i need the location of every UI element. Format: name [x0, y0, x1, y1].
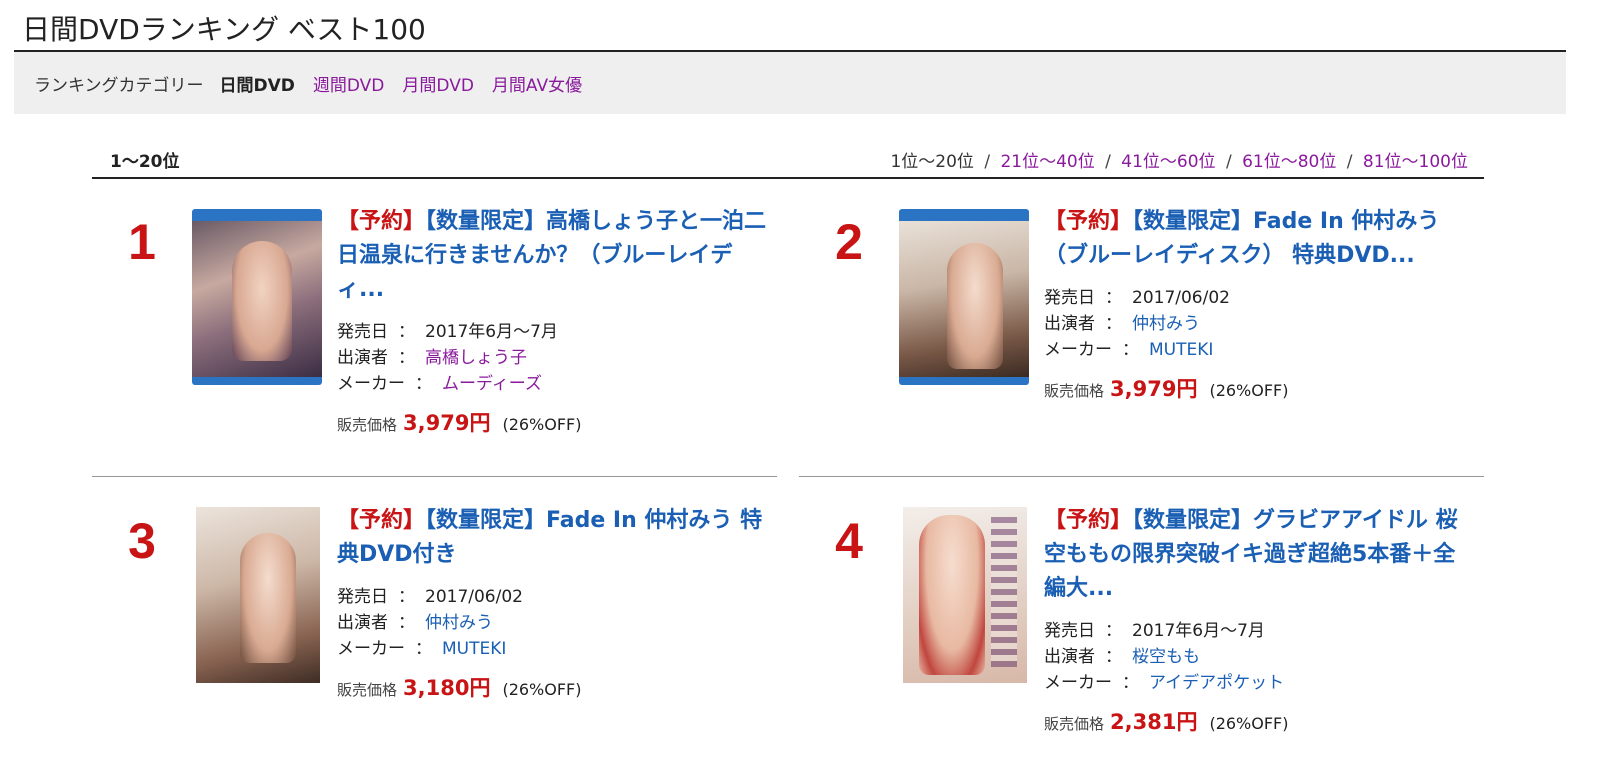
pager-link-61-80[interactable]: 61位〜80位 [1242, 152, 1336, 172]
product-cover-image[interactable] [903, 507, 1027, 683]
ranking-item: 4 【予約】【数量限定】グラビアアイドル 桜空ももの限界突破イキ過ぎ超絶5本番＋… [799, 494, 1479, 754]
rank-number: 1 [128, 214, 156, 270]
category-link-monthly-actress[interactable]: 月間AV女優 [492, 71, 582, 96]
category-link-monthly-dvd[interactable]: 月間DVD [402, 71, 474, 96]
price-value: 3,979円 [1110, 377, 1198, 401]
product-cover-image[interactable] [196, 507, 320, 683]
release-date: 2017年6月〜7月 [1132, 621, 1265, 641]
cast-link[interactable]: 仲村みう [425, 613, 493, 633]
price-row: 販売価格 3,979円 (26%OFF) [337, 407, 767, 437]
product-meta: 発売日： 2017/06/02 出演者：仲村みう メーカー： MUTEKI [337, 587, 523, 659]
item-info: 【予約】【数量限定】高橋しょう子と一泊二日温泉に行きませんか？（ブルーレイディ.… [337, 205, 767, 437]
discount-label: (26%OFF) [1209, 714, 1289, 733]
cast-link[interactable]: 高橋しょう子 [425, 348, 527, 368]
ranking-item: 3 【予約】【数量限定】Fade In 仲村みう 特典DVD付き 発売日： 201… [92, 494, 772, 754]
pager-link-81-100[interactable]: 81位〜100位 [1363, 152, 1468, 172]
category-label: ランキングカテゴリー [34, 75, 204, 96]
release-date: 2017/06/02 [1132, 288, 1230, 308]
cast-label: 出演者 [1044, 314, 1095, 334]
release-label: 発売日 [1044, 288, 1095, 308]
row-divider [92, 476, 777, 477]
rank-pager: 1位〜20位 / 21位〜40位 / 41位〜60位 / 61位〜80位 / 8… [890, 147, 1484, 172]
range-header: 1〜20位 1位〜20位 / 21位〜40位 / 41位〜60位 / 61位〜8… [92, 140, 1484, 178]
price-row: 販売価格 3,979円 (26%OFF) [1044, 373, 1474, 403]
rank-number: 2 [835, 214, 863, 270]
row-divider [799, 476, 1484, 477]
product-meta: 発売日： 2017年6月〜7月 出演者：桜空もも メーカー：アイデアポケット [1044, 621, 1285, 693]
item-info: 【予約】【数量限定】Fade In 仲村みう 特典DVD付き 発売日： 2017/… [337, 504, 767, 702]
range-divider [92, 177, 1484, 179]
discount-label: (26%OFF) [502, 415, 582, 434]
release-label: 発売日 [337, 322, 388, 342]
product-cover-image[interactable] [192, 209, 322, 385]
maker-label: メーカー [1044, 673, 1112, 693]
price-label: 販売価格 [1044, 715, 1105, 733]
price-label: 販売価格 [1044, 382, 1105, 400]
maker-label: メーカー [337, 639, 405, 659]
price-row: 販売価格 3,180円 (26%OFF) [337, 672, 767, 702]
price-value: 3,979円 [403, 411, 491, 435]
ranking-category-bar: ランキングカテゴリー 日間DVD 週間DVD 月間DVD 月間AV女優 [14, 52, 1566, 114]
price-row: 販売価格 2,381円 (26%OFF) [1044, 706, 1474, 736]
release-label: 発売日 [1044, 621, 1095, 641]
reserve-tag: 【予約】 [1044, 508, 1133, 533]
price-label: 販売価格 [337, 416, 398, 434]
product-meta: 発売日： 2017/06/02 出演者：仲村みう メーカー： MUTEKI [1044, 288, 1230, 360]
maker-label: メーカー [337, 374, 405, 394]
reserve-tag: 【予約】 [337, 209, 426, 234]
item-info: 【予約】【数量限定】Fade In 仲村みう（ブルーレイディスク） 特典DVD.… [1044, 205, 1474, 403]
category-link-weekly-dvd[interactable]: 週間DVD [313, 71, 385, 96]
release-date: 2017年6月〜7月 [425, 322, 558, 342]
product-title-link[interactable]: 【予約】【数量限定】高橋しょう子と一泊二日温泉に行きませんか？（ブルーレイディ.… [337, 205, 767, 307]
cast-link[interactable]: 桜空もも [1132, 647, 1200, 667]
ranking-item: 1 【予約】【数量限定】高橋しょう子と一泊二日温泉に行きませんか？（ブルーレイデ… [92, 195, 772, 455]
maker-link[interactable]: MUTEKI [1149, 340, 1213, 360]
page-title: 日間DVDランキング ベスト100 [22, 13, 426, 46]
cast-link[interactable]: 仲村みう [1132, 314, 1200, 334]
item-info: 【予約】【数量限定】グラビアアイドル 桜空ももの限界突破イキ過ぎ超絶5本番＋全編… [1044, 504, 1474, 736]
reserve-tag: 【予約】 [337, 508, 426, 533]
pager-separator: / [1225, 151, 1232, 172]
bluray-band-icon [192, 209, 322, 221]
maker-link[interactable]: ムーディーズ [442, 374, 542, 394]
rank-number: 4 [835, 513, 863, 569]
discount-label: (26%OFF) [1209, 381, 1289, 400]
pager-separator: / [1105, 151, 1111, 172]
product-title-link[interactable]: 【予約】【数量限定】グラビアアイドル 桜空ももの限界突破イキ過ぎ超絶5本番＋全編… [1044, 504, 1474, 606]
release-label: 発売日 [337, 587, 388, 607]
maker-link[interactable]: アイデアポケット [1149, 673, 1284, 693]
price-label: 販売価格 [337, 681, 398, 699]
maker-link[interactable]: MUTEKI [442, 639, 506, 659]
cast-label: 出演者 [1044, 647, 1095, 667]
cast-label: 出演者 [337, 348, 388, 368]
price-value: 2,381円 [1110, 710, 1198, 734]
rank-number: 3 [128, 513, 156, 569]
pager-link-21-40[interactable]: 21位〜40位 [1000, 152, 1094, 172]
maker-label: メーカー [1044, 340, 1112, 360]
release-date: 2017/06/02 [425, 587, 523, 607]
range-current-label: 1〜20位 [110, 151, 180, 172]
product-title-link[interactable]: 【予約】【数量限定】Fade In 仲村みう 特典DVD付き [337, 504, 767, 572]
cast-label: 出演者 [337, 613, 388, 633]
discount-label: (26%OFF) [502, 680, 582, 699]
pager-separator: / [1346, 151, 1353, 172]
pager-separator: / [984, 151, 991, 172]
product-meta: 発売日： 2017年6月〜7月 出演者：高橋しょう子 メーカー：ムーディーズ [337, 322, 558, 394]
price-value: 3,180円 [403, 676, 491, 700]
pager-current: 1位〜20位 [890, 151, 974, 172]
ranking-item: 2 【予約】【数量限定】Fade In 仲村みう（ブルーレイディスク） 特典DV… [799, 195, 1479, 455]
product-title-link[interactable]: 【予約】【数量限定】Fade In 仲村みう（ブルーレイディスク） 特典DVD.… [1044, 205, 1474, 273]
reserve-tag: 【予約】 [1044, 209, 1133, 234]
category-current-daily-dvd: 日間DVD [219, 75, 295, 96]
pager-link-41-60[interactable]: 41位〜60位 [1121, 152, 1215, 172]
bluray-band-icon [899, 209, 1029, 221]
product-cover-image[interactable] [899, 209, 1029, 385]
